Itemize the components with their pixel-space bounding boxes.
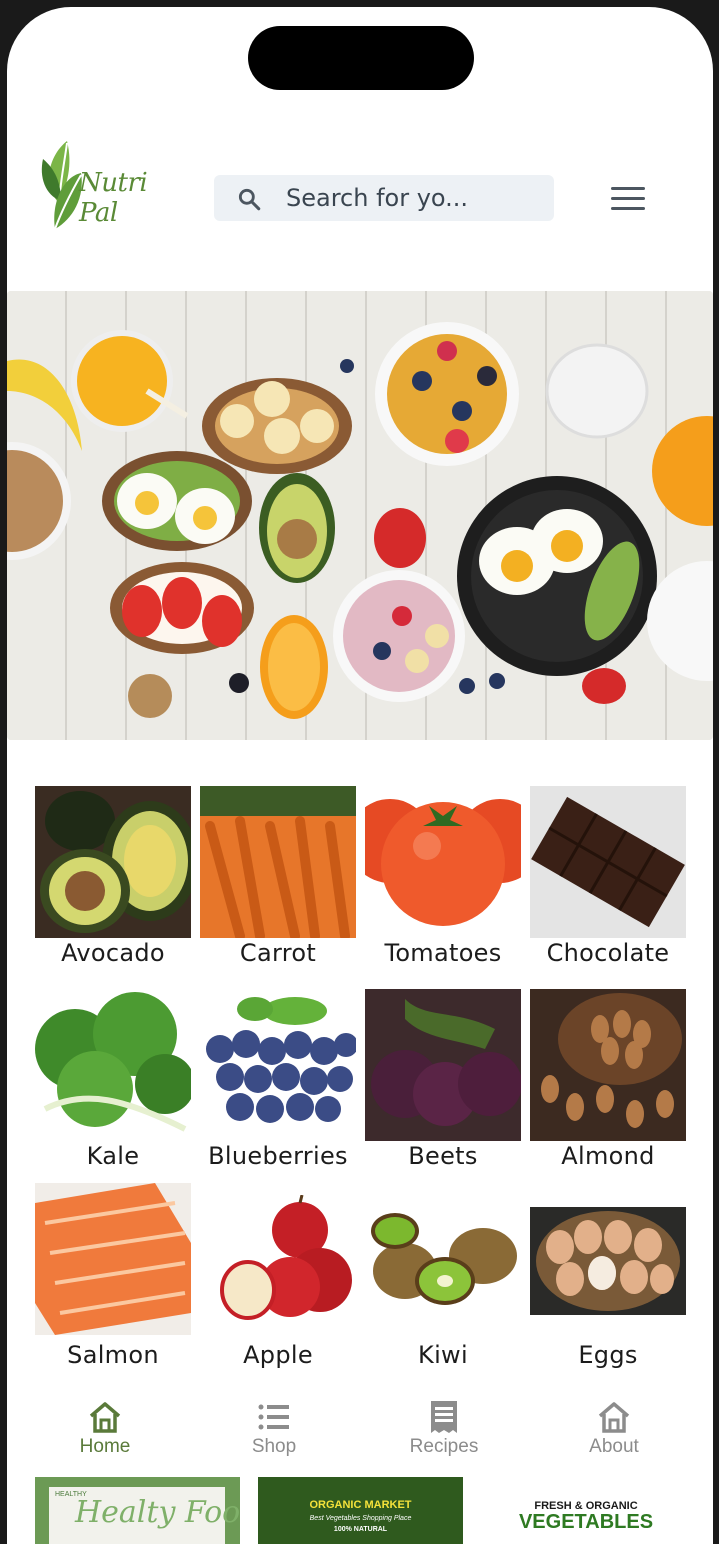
home-outline-icon [598,1402,630,1433]
beets-image [365,989,521,1141]
kale-image [35,989,191,1141]
receipt-icon [431,1401,457,1433]
breakfast-spread-illustration [7,291,713,740]
menu-line-icon [611,187,645,190]
promo-subtitle: VEGETABLES [518,1511,654,1533]
promo-subtitle: Best Vegetables Shopping Place [309,1515,412,1522]
phone-frame: Nutri Pal Search for yo... Avocado Carro… [0,0,719,1544]
promo-title: Healty Food [75,1495,240,1530]
apple-image [200,1195,356,1327]
nav-about[interactable]: About [544,1392,684,1472]
nav-label: Recipes [409,1436,479,1457]
food-label: Kale [86,1142,140,1170]
food-label: Kiwi [418,1341,468,1369]
bottom-nav: Home Shop Recipes About [7,1392,713,1472]
blueberries-image [200,989,356,1141]
logo-text: Nutri Pal [79,168,148,228]
menu-line-icon [611,197,645,200]
food-label: Apple [243,1341,313,1369]
promo-healthy-food[interactable]: HEALTHY Healty Food [35,1477,240,1544]
food-label: Beets [408,1142,478,1170]
food-label: Eggs [578,1341,638,1369]
nav-shop[interactable]: Shop [204,1392,344,1472]
list-icon [258,1404,289,1430]
hero-banner-image [7,291,713,740]
nav-label: Home [79,1436,131,1457]
nutripal-logo[interactable]: Nutri Pal [37,137,187,237]
tomatoes-image [365,786,521,938]
food-label: Salmon [67,1341,159,1369]
menu-line-icon [611,207,645,210]
promo-tag: 100% NATURAL [333,1526,388,1533]
nav-recipes[interactable]: Recipes [374,1392,514,1472]
food-label: Chocolate [546,939,670,967]
promo-fresh-vegetables[interactable]: FRESH & ORGANIC VEGETABLES [481,1477,713,1544]
carrot-image [200,786,356,938]
food-label: Avocado [61,939,165,967]
almond-image [530,989,686,1141]
food-label: Blueberries [208,1142,348,1170]
nav-home[interactable]: Home [35,1392,175,1472]
avocado-image [35,786,191,938]
app-screen: Nutri Pal Search for yo... Avocado Carro… [7,7,713,1544]
nav-label: About [589,1436,639,1457]
promo-title: ORGANIC MARKET [309,1499,412,1511]
food-label: Almond [561,1142,655,1170]
food-label: Carrot [239,939,317,967]
nav-label: Shop [251,1436,297,1457]
promo-carousel: HEALTHY Healty Food ORGANIC MARKET Best … [35,1477,713,1544]
chocolate-image [530,786,686,938]
promo-organic-market[interactable]: ORGANIC MARKET Best Vegetables Shopping … [258,1477,463,1544]
search-icon [238,188,261,211]
eggs-image [530,1207,686,1315]
hamburger-menu-button[interactable] [611,187,647,213]
kiwi-image [365,1211,521,1313]
search-input[interactable]: Search for yo... [286,184,468,212]
home-icon [89,1402,121,1433]
search-bar[interactable]: Search for yo... [214,175,554,221]
salmon-image [35,1183,191,1335]
food-label: Tomatoes [384,939,502,967]
dynamic-island [248,26,474,90]
app-header: Nutri Pal Search for yo... [7,137,713,247]
